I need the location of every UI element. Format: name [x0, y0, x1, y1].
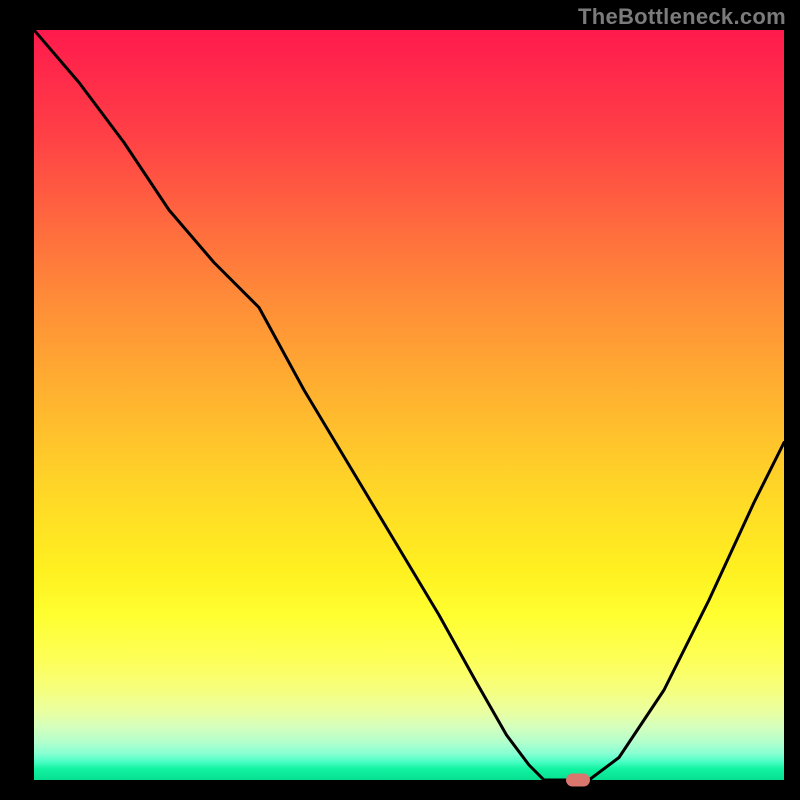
plot-gradient-area — [34, 30, 784, 780]
watermark-text: TheBottleneck.com — [578, 4, 786, 30]
chart-stage: TheBottleneck.com — [0, 0, 800, 800]
